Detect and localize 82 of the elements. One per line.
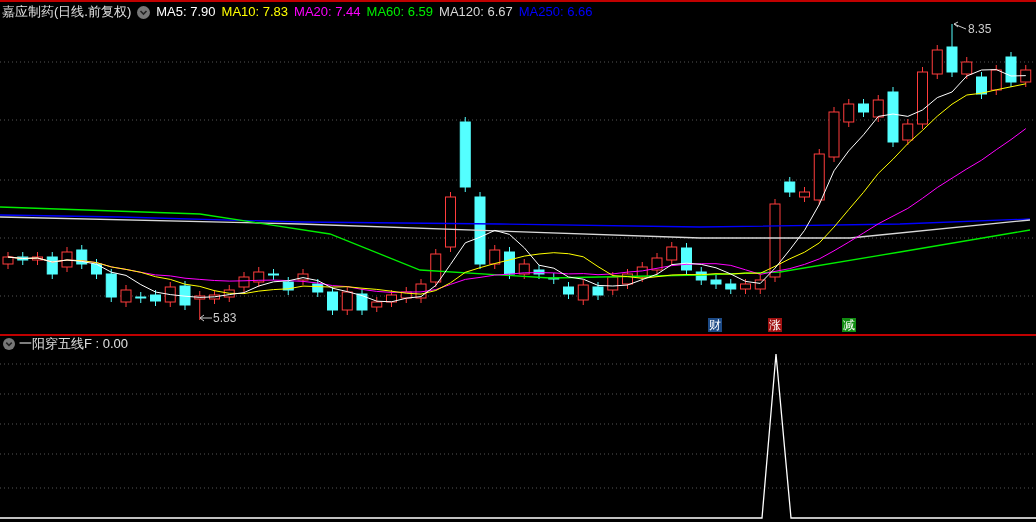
candlestick (1020, 64, 1032, 88)
candlestick (253, 266, 265, 288)
candlestick (858, 98, 869, 118)
candlestick (636, 261, 648, 283)
candlestick (681, 242, 692, 276)
candlestick (725, 278, 737, 295)
moving-average-legend: MA120: 6.67 (439, 2, 513, 22)
candlestick (961, 56, 973, 80)
candlestick (371, 296, 383, 313)
candlestick (754, 274, 766, 295)
candlestick (695, 266, 707, 286)
candlestick (356, 288, 368, 316)
candlestick (843, 98, 855, 128)
candlestick (105, 268, 117, 303)
candlestick (415, 278, 427, 304)
high-price-label: 8.35 (968, 22, 992, 36)
candlestick (799, 186, 810, 203)
candlestick (32, 251, 43, 266)
pointer-arrow-icon (199, 314, 213, 322)
candlestick (651, 252, 663, 276)
low-price-label: 5.83 (213, 311, 237, 325)
candlestick (518, 258, 530, 280)
candlestick (430, 248, 442, 288)
candlestick (135, 291, 147, 304)
dropdown-icon[interactable] (3, 338, 15, 350)
candlestick (784, 176, 796, 198)
candlestick (312, 278, 324, 298)
candlestick (91, 258, 102, 280)
candlestick (577, 279, 589, 306)
candlestick (828, 106, 840, 163)
candlestick (990, 64, 1002, 96)
candlestick (931, 44, 943, 80)
candlestick (740, 278, 751, 295)
moving-average-legend: MA5: 7.90 (156, 2, 216, 22)
candlestick (150, 289, 161, 307)
moving-average-legend: MA60: 6.59 (366, 2, 434, 22)
candlestick (902, 118, 914, 146)
pointer-arrow-icon (953, 21, 967, 30)
candlestick (548, 272, 560, 285)
candlestick (445, 191, 456, 253)
candlestick (268, 268, 279, 281)
candlestick (489, 244, 501, 270)
candlestick (120, 284, 132, 308)
candlestick (327, 286, 338, 316)
dropdown-icon[interactable] (137, 5, 151, 19)
candlestick (622, 268, 633, 290)
moving-average-legend: MA250: 6.66 (518, 2, 593, 22)
candlestick (1005, 51, 1017, 88)
stock-title: 嘉应制药(日线.前复权) (2, 3, 132, 22)
moving-average-legend: MA10: 7.83 (221, 2, 289, 22)
candlestick (194, 290, 206, 321)
candlestick (17, 251, 29, 266)
candlestick (209, 289, 220, 305)
candlestick (282, 276, 294, 296)
candlestick (179, 280, 191, 311)
indicator-legend: 一阳穿五线F : 0.00 (19, 334, 129, 354)
event-marker[interactable]: 财 (708, 318, 722, 332)
candlestick (946, 23, 958, 78)
candlestick (61, 246, 73, 273)
candlestick (887, 86, 899, 148)
event-marker[interactable]: 减 (842, 318, 856, 332)
candlestick (400, 286, 412, 304)
candlestick (666, 241, 678, 266)
event-marker[interactable]: 涨 (768, 318, 782, 332)
candlestick (533, 264, 545, 280)
candlestick (46, 251, 58, 280)
candlestick (872, 94, 884, 123)
moving-average-legend: MA20: 7.44 (294, 2, 361, 22)
candlestick (563, 281, 574, 300)
candlestick (607, 271, 619, 296)
candlestick (341, 286, 353, 316)
candlestick (164, 281, 176, 308)
candlestick (976, 71, 987, 100)
candlestick (917, 66, 928, 130)
candlestick (238, 271, 250, 293)
candlestick (223, 284, 235, 303)
candlestick (76, 244, 88, 270)
candlestick (504, 246, 515, 280)
candlestick (592, 281, 604, 301)
candlestick (386, 289, 397, 308)
candlestick (710, 274, 722, 290)
candlestick (297, 268, 309, 286)
